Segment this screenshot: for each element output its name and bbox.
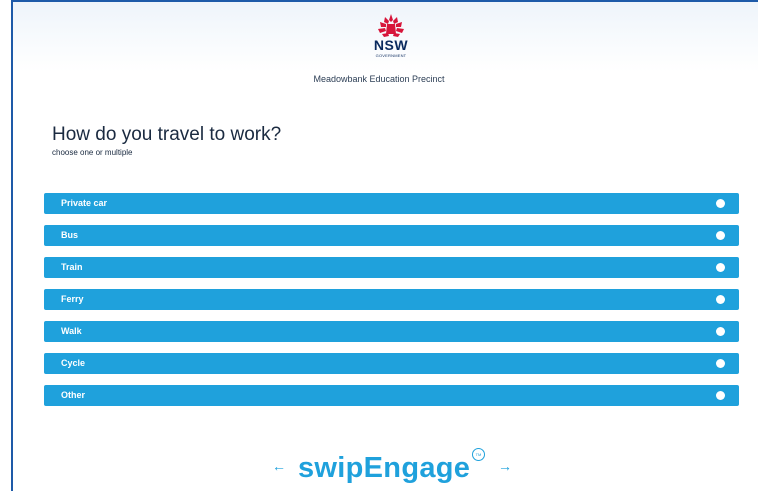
radio-dot-icon[interactable] (716, 199, 725, 208)
radio-dot-icon[interactable] (716, 359, 725, 368)
option-cycle[interactable]: Cycle (44, 353, 739, 374)
option-label: Private car (61, 198, 108, 208)
arrow-right-icon[interactable]: → (498, 458, 512, 474)
option-private-car[interactable]: Private car (44, 193, 739, 214)
radio-dot-icon[interactable] (716, 231, 725, 240)
arrow-left-icon[interactable]: ← (272, 458, 286, 474)
option-label: Train (61, 262, 83, 272)
option-label: Cycle (61, 358, 86, 368)
option-label: Other (61, 390, 86, 400)
logo-nsw-text: NSW (373, 37, 409, 53)
answer-options: Private car Bus Train Ferry Walk Cycle O… (44, 193, 739, 417)
radio-dot-icon[interactable] (716, 327, 725, 336)
option-label: Bus (61, 230, 79, 240)
waratah-icon (378, 14, 404, 37)
radio-dot-icon[interactable] (716, 391, 725, 400)
radio-dot-icon[interactable] (716, 263, 725, 272)
footer: ← swipEngage TM → (0, 448, 758, 491)
nsw-government-logo: NSW GOVERNMENT (369, 12, 413, 62)
swipengage-logo: swipEngage (298, 452, 471, 484)
precinct-name: Meadowbank Education Precinct (313, 74, 445, 84)
question-title: How do you travel to work? (52, 124, 282, 145)
option-label: Walk (61, 326, 82, 336)
logo-government-text: GOVERNMENT (375, 53, 407, 58)
question-hint: choose one or multiple (52, 148, 133, 157)
option-other[interactable]: Other (44, 385, 739, 406)
option-label: Ferry (61, 294, 84, 304)
radio-dot-icon[interactable] (716, 295, 725, 304)
option-bus[interactable]: Bus (44, 225, 739, 246)
trademark-badge: TM (472, 448, 485, 461)
survey-page: NSW GOVERNMENT Meadowbank Education Prec… (0, 0, 758, 491)
option-walk[interactable]: Walk (44, 321, 739, 342)
option-train[interactable]: Train (44, 257, 739, 278)
option-ferry[interactable]: Ferry (44, 289, 739, 310)
